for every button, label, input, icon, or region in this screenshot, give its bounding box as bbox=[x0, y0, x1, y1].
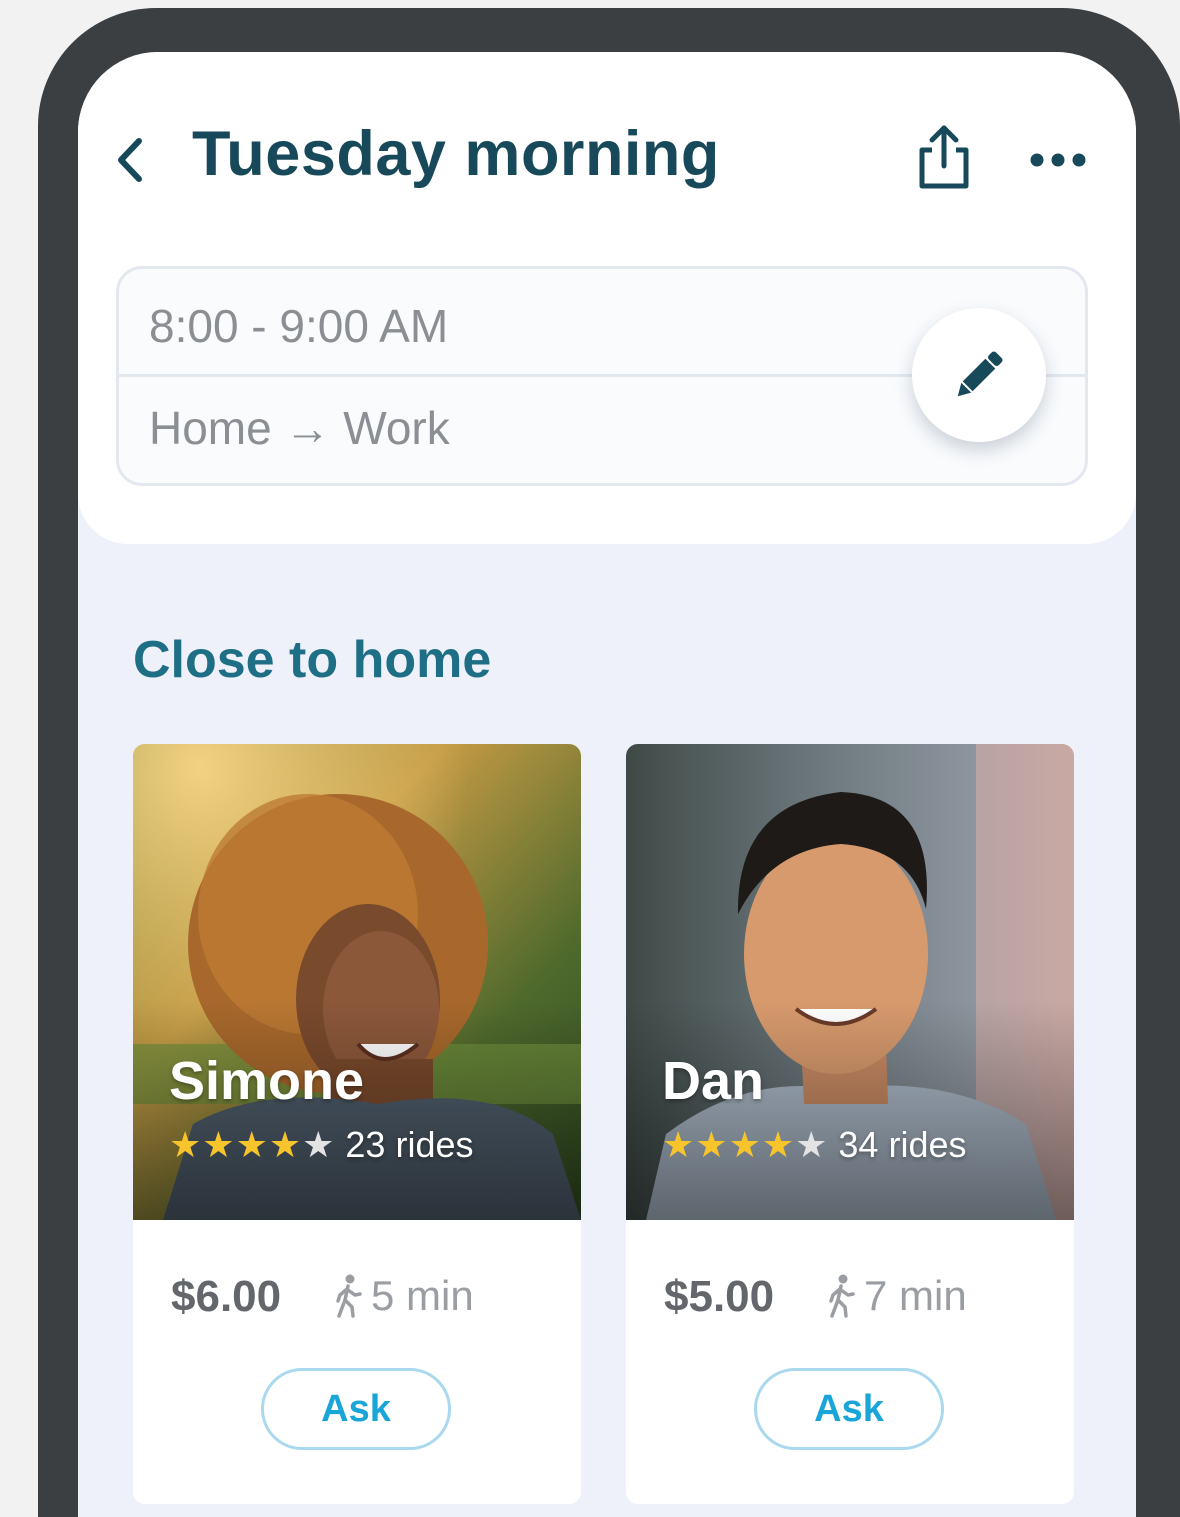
ride-count: 34 rides bbox=[838, 1124, 967, 1165]
star-rating: ★ ★ ★ ★ ★ bbox=[169, 1125, 335, 1165]
ride-count: 23 rides bbox=[345, 1124, 474, 1165]
driver-name: Simone bbox=[169, 1051, 365, 1111]
walking-icon bbox=[336, 1274, 362, 1318]
star-rating: ★ ★ ★ ★ ★ bbox=[662, 1125, 828, 1165]
driver-photo: Simone ★ ★ ★ ★ ★ 23 rides bbox=[133, 744, 581, 1220]
rating-row: ★ ★ ★ ★ ★ 23 rides bbox=[169, 1124, 473, 1166]
rating-row: ★ ★ ★ ★ ★ 34 rides bbox=[662, 1124, 966, 1166]
driver-card[interactable]: Dan ★ ★ ★ ★ ★ 34 rides $5.00 7 min Ask bbox=[626, 744, 1074, 1504]
ask-button[interactable]: Ask bbox=[754, 1368, 944, 1450]
section-title: Close to home bbox=[133, 631, 492, 689]
trip-route: Home → Work bbox=[149, 402, 450, 454]
walking-icon bbox=[829, 1274, 855, 1318]
share-button[interactable] bbox=[910, 122, 978, 192]
chevron-left-icon bbox=[118, 138, 142, 182]
share-icon bbox=[919, 125, 969, 189]
driver-card[interactable]: Simone ★ ★ ★ ★ ★ 23 rides $6.00 5 min As… bbox=[133, 744, 581, 1504]
walk-time: 5 min bbox=[333, 1272, 474, 1320]
star-icon: ★ bbox=[235, 1124, 268, 1165]
edit-trip-button[interactable] bbox=[912, 308, 1046, 442]
more-button[interactable] bbox=[1026, 138, 1090, 182]
star-icon: ★ bbox=[695, 1124, 728, 1165]
star-icon: ★ bbox=[268, 1124, 302, 1165]
star-icon: ★ bbox=[662, 1124, 695, 1165]
driver-photo: Dan ★ ★ ★ ★ ★ 34 rides bbox=[626, 744, 1074, 1220]
ask-button[interactable]: Ask bbox=[261, 1368, 451, 1450]
walk-time: 7 min bbox=[826, 1272, 967, 1320]
price: $5.00 bbox=[664, 1272, 775, 1321]
trip-time: 8:00 - 9:00 AM bbox=[149, 300, 449, 352]
back-button[interactable] bbox=[108, 128, 152, 192]
page-title: Tuesday morning bbox=[192, 119, 720, 189]
star-icon: ★ bbox=[728, 1124, 761, 1165]
pencil-icon bbox=[957, 351, 1003, 397]
more-dots-icon bbox=[1030, 153, 1086, 167]
header-panel: Tuesday morning 8:00 - 9:00 AM Home → Wo… bbox=[78, 52, 1136, 544]
star-icon: ★ bbox=[761, 1124, 795, 1165]
star-icon: ★ bbox=[202, 1124, 235, 1165]
price: $6.00 bbox=[171, 1272, 282, 1321]
half-star-icon: ★ bbox=[302, 1124, 335, 1165]
star-icon: ★ bbox=[169, 1124, 202, 1165]
app-screen: Tuesday morning 8:00 - 9:00 AM Home → Wo… bbox=[78, 52, 1136, 1517]
driver-name: Dan bbox=[662, 1051, 765, 1111]
half-star-icon: ★ bbox=[795, 1124, 828, 1165]
